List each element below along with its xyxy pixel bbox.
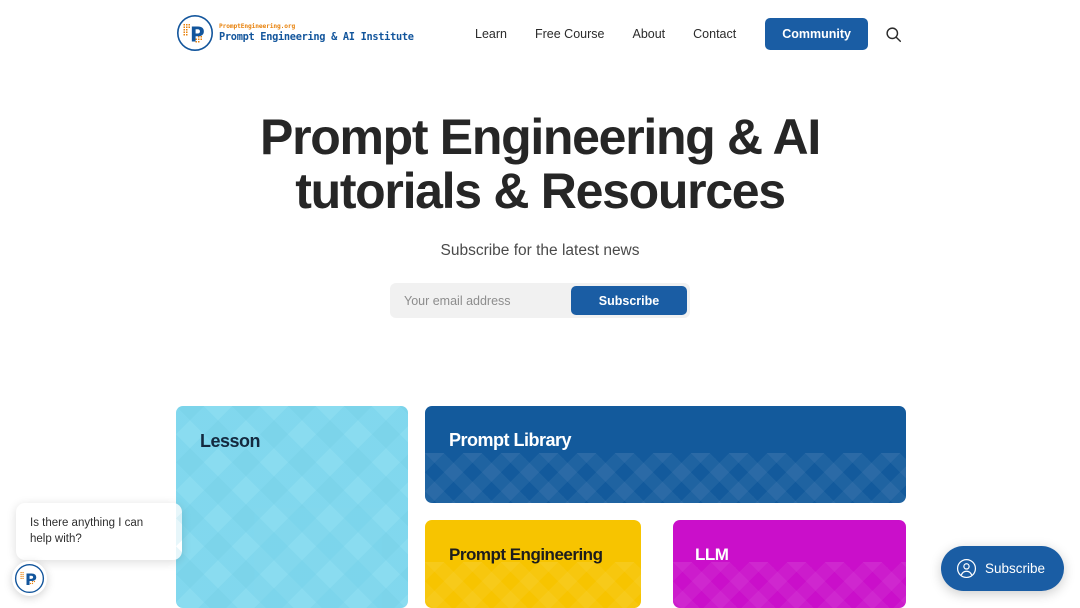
email-input[interactable]	[393, 286, 571, 315]
chat-launcher-button[interactable]: P	[12, 561, 47, 596]
card-llm[interactable]: LLM	[673, 520, 906, 608]
nav-item-about[interactable]: About	[618, 27, 679, 41]
subscribe-form: Subscribe	[390, 283, 690, 318]
nav-item-learn[interactable]: Learn	[461, 27, 521, 41]
chat-greeting-bubble[interactable]: Is there anything I can help with?	[16, 503, 182, 561]
logo-top-text: PromptEngineering.org	[219, 23, 296, 31]
svg-text:P: P	[25, 570, 37, 589]
card-column-left: Lesson	[176, 406, 408, 608]
page-title: Prompt Engineering & AI tutorials & Reso…	[160, 110, 920, 218]
chevron-pattern-icon	[425, 452, 906, 503]
site-logo[interactable]: P PromptEngineering.org Prompt Engineeri…	[176, 14, 414, 52]
logo-mark-icon: P	[176, 14, 214, 52]
svg-text:P: P	[190, 23, 205, 47]
chat-avatar-icon: P	[14, 563, 45, 594]
chevron-pattern-icon	[673, 562, 906, 608]
search-icon	[885, 26, 901, 42]
card-llm-title: LLM	[695, 545, 729, 564]
hero-subtitle: Subscribe for the latest news	[440, 242, 640, 259]
nav-item-free-course[interactable]: Free Course	[521, 27, 618, 41]
card-prompt-library[interactable]: Prompt Library	[425, 406, 906, 503]
card-prompt-engineering[interactable]: Prompt Engineering	[425, 520, 641, 608]
card-column-right: Prompt Library Prompt Engineering LLM	[425, 406, 906, 608]
card-prompt-engineering-title: Prompt Engineering	[449, 545, 603, 564]
portal-subscribe-button[interactable]: Subscribe	[940, 546, 1064, 591]
main-nav: Learn Free Course About Contact Communit…	[461, 0, 904, 68]
hero-title-line-2: tutorials & Resources	[295, 163, 786, 219]
subscribe-submit-button[interactable]: Subscribe	[571, 286, 687, 315]
card-row-bottom: Prompt Engineering LLM	[425, 520, 906, 608]
hero-section: Prompt Engineering & AI tutorials & Reso…	[0, 110, 1080, 318]
hero-title-line-1: Prompt Engineering & AI	[260, 109, 821, 165]
card-lesson-title: Lesson	[200, 431, 261, 451]
chevron-pattern-icon	[425, 562, 641, 608]
nav-item-contact[interactable]: Contact	[679, 27, 750, 41]
page-root: P PromptEngineering.org Prompt Engineeri…	[0, 0, 1080, 608]
site-header: P PromptEngineering.org Prompt Engineeri…	[0, 0, 1080, 68]
community-button[interactable]: Community	[765, 18, 868, 50]
card-lesson[interactable]: Lesson	[176, 406, 408, 608]
user-circle-icon	[956, 558, 976, 579]
logo-bottom-text: Prompt Engineering & AI Institute	[219, 31, 414, 44]
logo-wordmark: PromptEngineering.org Prompt Engineering…	[219, 23, 414, 43]
portal-subscribe-label: Subscribe	[984, 561, 1045, 576]
search-button[interactable]	[882, 23, 904, 45]
category-card-grid: Lesson Prompt Library Prompt Engineering…	[176, 406, 906, 608]
card-prompt-library-title: Prompt Library	[449, 430, 572, 450]
